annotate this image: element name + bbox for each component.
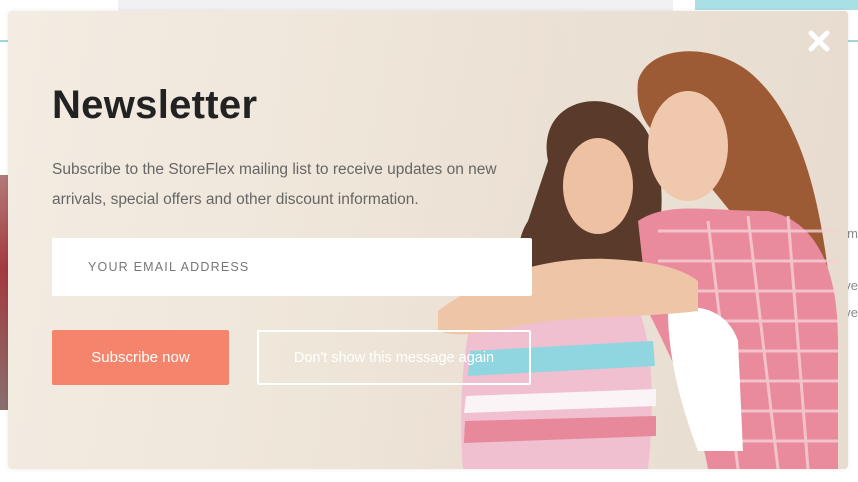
modal-description: Subscribe to the StoreFlex mailing list … [52,161,497,208]
background-text-fragment: m [847,226,858,241]
background-header-button [695,0,858,10]
close-button[interactable] [807,29,831,53]
modal-title: Newsletter [52,83,258,127]
dont-show-again-button[interactable]: Don't show this message again [257,330,531,385]
newsletter-modal: Newsletter Subscribe to the StoreFlex ma… [8,11,848,469]
email-input[interactable] [52,238,532,296]
close-icon [808,30,830,52]
subscribe-button[interactable]: Subscribe now [52,330,229,385]
